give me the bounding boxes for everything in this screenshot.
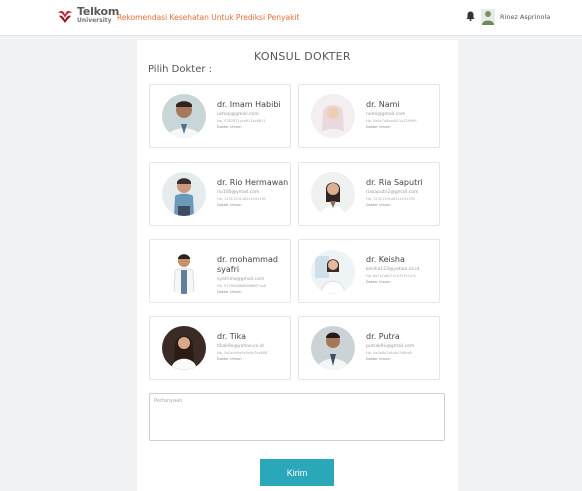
doctor-email: riasaputri2@gmail.com [366,190,419,195]
doctor-specialty: Dokter Umum [217,203,242,207]
page-title: KONSUL DOKTER [254,50,351,63]
top-navbar: Telkom University Rekomendasi Kesehatan … [0,0,582,36]
kirim-button[interactable]: Kirim [260,459,334,486]
doctor-card-putra[interactable]: dr. Putra putrak9x@gmail.com Hp. 0x0x8x7… [298,316,440,380]
doctor-photo [162,94,206,138]
app-title[interactable]: Rekomendasi Kesehatan Untuk Prediksi Pen… [117,13,299,22]
doctor-name: dr. Imam Habibi [217,100,281,109]
username[interactable]: Rinez Asprinola [500,13,550,21]
doctor-photo [311,172,355,216]
doctor-card-imam-habibi[interactable]: dr. Imam Habibi ushop@gmail.com Hp. 0787… [149,84,291,148]
doctor-email: nami@gmail.com [366,112,406,117]
doctor-email: rio100@ymail.com [217,190,260,195]
doctor-photo [162,250,206,294]
doctor-name: dr. Tika [217,332,246,341]
doctor-card-tika[interactable]: dr. Tika tikak9x@yahoo.co.id Hp. 0x0x0x9… [149,316,291,380]
doctor-specialty: Dokter Umum [217,290,242,294]
bell-icon[interactable] [466,11,475,21]
doctor-photo [162,172,206,216]
doctor-specialty: Dokter Umum [366,357,391,361]
question-placeholder: Pertanyaan [154,398,183,404]
doctor-photo [311,94,355,138]
doctor-card-keisha[interactable]: dr. Keisha keisha123@yahoo.co.id Hp. 8x7… [298,239,440,303]
doctor-name: dr. Nami [366,100,400,109]
doctor-specialty: Dokter Umum [366,280,391,284]
doctor-name: dr. Rio Hermawan [217,178,289,187]
doctor-name: dr. Putra [366,332,400,341]
user-avatar-icon[interactable] [481,9,495,25]
logo-line1: Telkom [77,5,120,18]
question-input[interactable]: Pertanyaan [149,393,445,441]
doctor-specialty: Dokter Umum [366,203,391,207]
doctor-card-mohammad-syafri[interactable]: dr. mohammad syafri syafrims@gmail.com H… [149,239,291,303]
doctor-name: dr. Ria Saputri [366,178,423,187]
telkom-logo[interactable]: Telkom University [56,5,120,25]
doctor-name: dr. mohammad syafri [217,255,278,274]
doctor-email: syafrims@gmail.com [217,277,265,282]
doctor-specialty: Dokter Umum [366,125,391,129]
doctor-email: ushop@gmail.com [217,112,259,117]
doctor-card-rio-hermawan[interactable]: dr. Rio Hermawan rio100@ymail.com Hp. 12… [149,162,291,226]
doctor-email: putrak9x@gmail.com [366,344,415,349]
doctor-email: tikak9x@yahoo.co.id [217,344,264,349]
doctor-name: dr. Keisha [366,255,405,264]
doctor-photo [311,250,355,294]
choose-doctor-label: Pilih Dokter : [148,64,213,75]
doctor-photo [311,326,355,370]
doctor-card-ria-saputri[interactable]: dr. Ria Saputri riasaputri2@gmail.com Hp… [298,162,440,226]
doctor-photo [162,326,206,370]
doctor-card-nami[interactable]: dr. Nami nami@gmail.com Hp. 0x8x7x8xxx81… [298,84,440,148]
doctor-specialty: Dokter Umum [217,357,242,361]
telkom-logo-icon [58,10,72,23]
doctor-specialty: Dokter Umum [217,125,242,129]
doctor-email: keisha123@yahoo.co.id [366,267,420,272]
logo-text: Telkom University [77,5,120,25]
